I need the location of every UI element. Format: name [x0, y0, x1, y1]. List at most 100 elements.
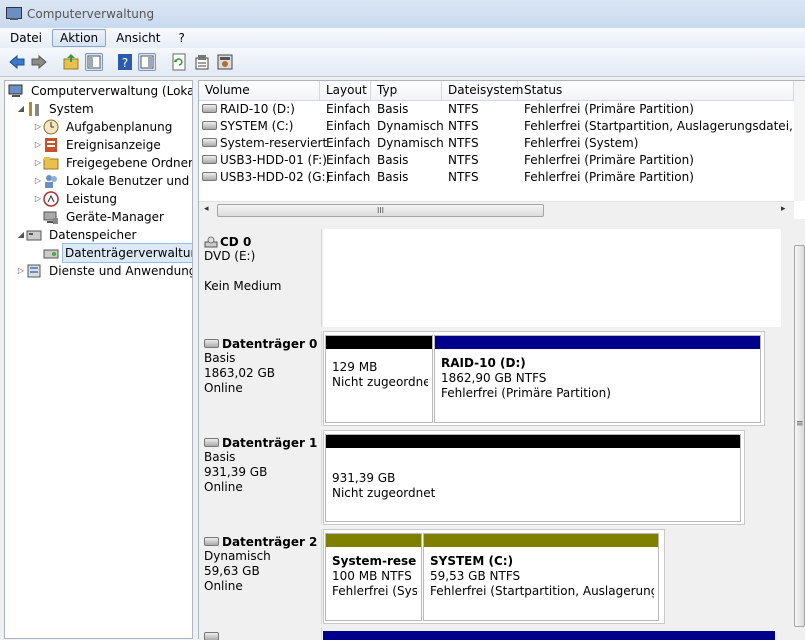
tools-icon: [26, 101, 42, 117]
tree-item-datentraeger[interactable]: Datenträgerverwaltung: [43, 243, 192, 263]
properties-icon[interactable]: [193, 53, 211, 71]
volume-typ: Basis: [377, 102, 409, 116]
drive-icon: [202, 155, 217, 164]
partition-system-c[interactable]: SYSTEM (C:) 59,53 GB NTFS Fehlerfrei (St…: [423, 533, 659, 621]
menu-aktion[interactable]: Aktion: [52, 29, 107, 47]
expand-arrow-icon[interactable]: ▷: [33, 154, 43, 172]
event-viewer-icon: [43, 137, 59, 153]
tree-label-root: Computerverwaltung (Lokal): [31, 84, 193, 98]
volume-status: Fehlerfrei (Primäre Partition): [524, 153, 694, 167]
show-console-tree-icon[interactable]: [85, 53, 103, 71]
menu-ansicht[interactable]: Ansicht: [108, 29, 168, 47]
menu-datei[interactable]: Datei: [2, 29, 50, 47]
volume-fs: NTFS: [448, 170, 479, 184]
device-manager-icon: [43, 209, 59, 225]
tree-item-ereignis[interactable]: ▷ Ereignisanzeige: [33, 136, 165, 154]
volume-list-horizontal-scrollbar[interactable]: ◂ III ▸: [199, 201, 794, 219]
disk-type: DVD (E:): [204, 249, 256, 263]
column-header-layout[interactable]: Layout: [320, 81, 371, 100]
volume-name: USB3-HDD-01 (F:): [202, 152, 327, 169]
disk-status: Kein Medium: [204, 279, 282, 293]
tree-label-aufgaben: Aufgabenplanung: [66, 120, 173, 134]
partition-size: 59,53 GB NTFS: [430, 569, 521, 583]
tree-item-aufgaben[interactable]: ▷ Aufgabenplanung: [33, 118, 176, 136]
tree-label-datentraeger: Datenträgerverwaltung: [62, 243, 192, 263]
partition-unallocated[interactable]: 931,39 GB Nicht zugeordnet: [325, 434, 741, 522]
tree-label-system: System: [49, 102, 94, 116]
tree-label-benutzer: Lokale Benutzer und Gruppen: [66, 174, 192, 188]
computer-icon: [8, 83, 24, 99]
scroll-left-icon[interactable]: ◂: [204, 204, 209, 214]
drive-icon: [202, 172, 217, 181]
volume-row[interactable]: System-reserviert Einfach Dynamisch NTFS…: [199, 135, 794, 152]
expand-arrow-icon[interactable]: ▷: [33, 118, 43, 136]
tree-item-dienste[interactable]: ▷ Dienste und Anwendungen: [16, 262, 192, 280]
tree-item-freigaben[interactable]: ▷ Freigegebene Ordner: [33, 154, 193, 172]
volume-row[interactable]: USB3-HDD-01 (F:) Einfach Basis NTFS Fehl…: [199, 152, 794, 169]
unallocated-bar: [326, 336, 432, 349]
volume-typ: Basis: [377, 153, 409, 167]
volume-layout: Einfach: [326, 102, 371, 116]
disk-view-vertical-scrollbar[interactable]: ≡: [793, 229, 805, 640]
partition-size: 1862,90 GB NTFS: [441, 371, 547, 385]
settings-sheet-icon[interactable]: [216, 53, 234, 71]
tree-item-benutzer[interactable]: ▷ Lokale Benutzer und Gruppen: [33, 172, 192, 190]
tree-item-geraete[interactable]: Geräte-Manager: [43, 208, 168, 226]
menu-bar: Datei Aktion Ansicht ?: [0, 28, 805, 48]
toolbar: ?: [0, 48, 805, 77]
refresh-icon[interactable]: [170, 53, 188, 71]
horizontal-scroll-thumb[interactable]: III: [217, 204, 544, 217]
up-folder-icon[interactable]: [62, 53, 80, 71]
back-arrow-icon[interactable]: [8, 53, 26, 71]
partition-raid10[interactable]: RAID-10 (D:) 1862,90 GB NTFS Fehlerfrei …: [434, 335, 761, 423]
tree-item-leistung[interactable]: ▷ Leistung: [33, 190, 121, 208]
disk-label-0[interactable]: Datenträger 0 Basis 1863,02 GB Online: [204, 331, 322, 426]
vertical-scroll-thumb[interactable]: [794, 245, 805, 627]
volume-row[interactable]: USB3-HDD-02 (G:) Einfach Basis NTFS Fehl…: [199, 169, 794, 186]
disk-label-3[interactable]: [204, 627, 322, 640]
disk-label-1[interactable]: Datenträger 1 Basis 931,39 GB Online: [204, 430, 322, 524]
volume-layout: Einfach: [326, 119, 371, 133]
collapse-arrow-icon[interactable]: ◢: [16, 226, 26, 244]
column-header-typ[interactable]: Typ: [371, 81, 442, 100]
disk-label-cd0[interactable]: CD 0 DVD (E:) Kein Medium: [204, 229, 322, 327]
volume-name: USB3-HDD-02 (G:): [202, 169, 330, 186]
disk-management-icon: [43, 245, 59, 261]
disk-1-partitions: 931,39 GB Nicht zugeordnet: [323, 430, 745, 525]
pane-splitter[interactable]: [199, 219, 805, 229]
disk-type: Dynamisch: [204, 549, 271, 563]
shared-folder-icon: [43, 155, 59, 171]
column-header-dateisystem[interactable]: Dateisystem: [442, 81, 523, 100]
volume-fs: NTFS: [448, 102, 479, 116]
volume-row[interactable]: RAID-10 (D:) Einfach Basis NTFS Fehlerfr…: [199, 101, 794, 118]
volume-fs: NTFS: [448, 119, 479, 133]
volume-list-vertical-scrollbar[interactable]: [794, 81, 805, 201]
tree-item-system[interactable]: ◢ System: [16, 100, 98, 118]
disk-label-2[interactable]: Datenträger 2 Dynamisch 59,63 GB Online: [204, 529, 322, 624]
volume-row[interactable]: SYSTEM (C:) Einfach Dynamisch NTFS Fehle…: [199, 118, 794, 135]
volume-status: Fehlerfrei (System): [524, 136, 639, 150]
tree-item-root[interactable]: Computerverwaltung (Lokal): [8, 82, 193, 100]
expand-arrow-icon[interactable]: ▷: [16, 262, 26, 280]
disk-status: Online: [204, 381, 243, 395]
tree-label-freigaben: Freigegebene Ordner: [66, 156, 193, 170]
scroll-right-icon[interactable]: ▸: [781, 204, 786, 214]
volume-status: Fehlerfrei (Primäre Partition): [524, 102, 694, 116]
expand-arrow-icon[interactable]: ▷: [33, 136, 43, 154]
menu-help[interactable]: ?: [170, 29, 192, 47]
show-action-pane-icon[interactable]: [138, 53, 156, 71]
expand-arrow-icon[interactable]: ▷: [33, 172, 43, 190]
partition-title: SYSTEM (C:): [430, 554, 514, 568]
help-icon[interactable]: ?: [116, 53, 134, 71]
volume-status: Fehlerfrei (Startpartition, Auslagerungs…: [524, 119, 794, 133]
tree-item-datenspeicher[interactable]: ◢ Datenspeicher: [16, 226, 140, 244]
partition-unallocated[interactable]: 129 MB Nicht zugeordnet: [325, 335, 433, 423]
expand-arrow-icon[interactable]: ▷: [33, 190, 43, 208]
column-header-volume[interactable]: Volume: [199, 81, 320, 100]
partition-system-reserved[interactable]: System-reserv 100 MB NTFS Fehlerfrei (Sy…: [325, 533, 422, 621]
drive-icon: [202, 121, 217, 130]
column-header-status[interactable]: Status: [518, 81, 794, 100]
collapse-arrow-icon[interactable]: ◢: [16, 100, 26, 118]
forward-arrow-icon[interactable]: [30, 53, 48, 71]
partition-status: Nicht zugeordnet: [332, 375, 428, 389]
